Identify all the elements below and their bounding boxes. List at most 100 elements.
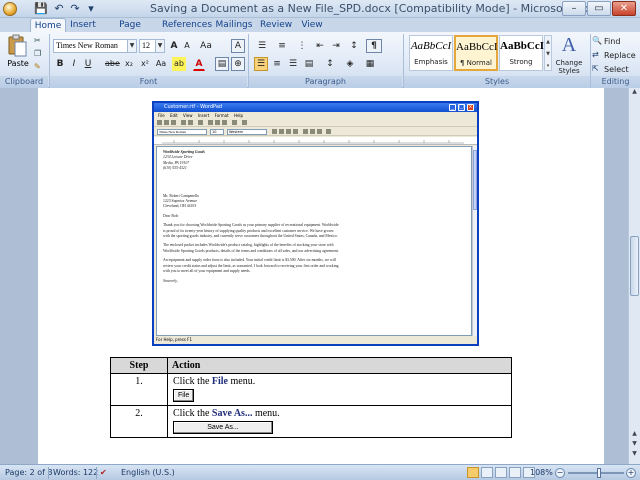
zoom-out-icon[interactable]: − — [555, 468, 565, 478]
change-styles-icon[interactable]: A — [558, 34, 580, 56]
justify-button[interactable]: ▤ — [302, 57, 316, 71]
zoom-level[interactable]: 108% — [530, 468, 553, 477]
wordpad-screenshot: Customer.rtf - WordPad _ □ x File Edit V… — [152, 101, 479, 346]
change-case-button[interactable]: Aa — [154, 57, 168, 71]
cut-icon[interactable]: ✂ — [34, 36, 44, 45]
undo-icon[interactable]: ↶ — [52, 2, 66, 16]
font-name-dropdown-icon[interactable]: ▼ — [127, 40, 136, 52]
maximize-button[interactable]: ▭ — [587, 1, 611, 16]
clear-formatting-button[interactable]: Aa — [198, 39, 214, 53]
shrink-font-button[interactable]: A — [181, 39, 193, 53]
align-center-button[interactable]: ≡ — [270, 57, 284, 71]
line-spacing-button[interactable]: ↕ — [322, 57, 338, 71]
close-button[interactable]: ✕ — [612, 1, 636, 16]
word-count[interactable]: Words: 122 — [53, 468, 98, 477]
subscript-button[interactable]: x₂ — [122, 57, 136, 71]
wordpad-scrollbar — [472, 146, 477, 336]
underline-button[interactable]: U — [82, 57, 94, 71]
format-painter-icon[interactable]: ✎ — [34, 62, 44, 71]
italic-button[interactable]: I — [68, 57, 80, 71]
wp-align-center-icon — [310, 129, 315, 134]
style-emphasis[interactable]: AaBbCcI Emphasis — [409, 35, 453, 71]
scroll-down-icon[interactable]: ▼ — [630, 440, 639, 449]
redo-icon[interactable]: ↷ — [68, 2, 82, 16]
character-shading-button[interactable]: ▤ — [215, 57, 229, 71]
superscript-button[interactable]: x² — [138, 57, 152, 71]
outline-view-icon[interactable] — [509, 467, 521, 478]
table-row: 2. Click the Save As... menu. Save As... — [110, 405, 512, 438]
proofing-icon[interactable]: ✔ — [100, 468, 107, 477]
wordpad-document: Worldwide Sporting Goods 1234 Leisure Dr… — [156, 146, 472, 336]
wordpad-maximize-icon: □ — [458, 104, 465, 111]
language-indicator[interactable]: English (U.S.) — [121, 468, 175, 477]
wordpad-status: For Help, press F1 — [156, 337, 193, 342]
save-icon[interactable]: 💾 — [34, 2, 48, 16]
letter-paragraph: The enclosed packet includes Worldwide's… — [163, 243, 339, 253]
select-button[interactable]: Select — [604, 65, 629, 74]
font-color-button[interactable]: A — [193, 57, 205, 71]
tab-home[interactable]: Home — [30, 18, 66, 32]
style-normal[interactable]: AaBbCcI ¶ Normal — [454, 35, 498, 71]
step-header: Step — [110, 357, 168, 374]
sort-button[interactable]: ↕ — [347, 39, 361, 53]
print-layout-view-icon[interactable] — [467, 467, 479, 478]
wp-date-icon — [242, 120, 247, 125]
enclose-characters-button[interactable]: ⊕ — [231, 57, 245, 71]
page-count[interactable]: Page: 2 of 3 — [5, 468, 53, 477]
zoom-slider-track[interactable] — [568, 472, 624, 474]
full-screen-view-icon[interactable] — [481, 467, 493, 478]
style-name: Strong — [509, 58, 533, 66]
align-right-button[interactable]: ☰ — [286, 57, 300, 71]
decrease-indent-button[interactable]: ⇤ — [313, 39, 327, 53]
bold-button[interactable]: B — [54, 57, 66, 71]
scrollbar-thumb[interactable] — [630, 236, 639, 296]
character-border-button[interactable]: A — [231, 39, 245, 53]
style-strong[interactable]: AaBbCcI Strong — [499, 35, 544, 71]
customize-toolbar-icon[interactable]: ▾ — [84, 2, 98, 16]
scroll-up-icon[interactable]: ▲ — [630, 88, 639, 97]
zoom-in-icon[interactable]: + — [626, 468, 636, 478]
tab-mailings[interactable]: Mailings — [214, 18, 254, 32]
tab-view[interactable]: View — [298, 18, 326, 32]
copy-icon[interactable]: ❐ — [34, 49, 44, 58]
minimize-button[interactable]: – — [562, 1, 586, 16]
office-button-icon[interactable] — [3, 2, 17, 16]
replace-button[interactable]: Replace — [604, 51, 636, 60]
find-button[interactable]: Find — [604, 37, 620, 46]
bullets-button[interactable]: ☰ — [253, 39, 271, 53]
show-hide-button[interactable]: ¶ — [366, 39, 382, 53]
align-left-button[interactable]: ☰ — [254, 57, 268, 71]
change-styles-button[interactable]: Change Styles — [553, 59, 585, 75]
letter-paragraph: Thank you for choosing Worldwide Sportin… — [163, 223, 339, 239]
borders-button[interactable]: ▦ — [362, 57, 378, 71]
grow-font-button[interactable]: A — [168, 39, 180, 53]
paste-button[interactable]: Paste — [5, 59, 31, 68]
replace-icon[interactable]: ⇄ — [592, 50, 599, 59]
ruler-ticks — [162, 140, 464, 144]
highlight-button[interactable]: ab — [172, 57, 186, 71]
numbering-button[interactable]: ≡ — [273, 39, 291, 53]
file-button-image: File — [173, 389, 195, 402]
tab-references[interactable]: References — [162, 18, 212, 32]
select-icon[interactable]: ⇱ — [592, 64, 599, 73]
multilevel-list-button[interactable]: ⋮ — [293, 39, 311, 53]
increase-indent-button[interactable]: ⇥ — [329, 39, 343, 53]
styles-scroll-icon[interactable]: ▲ ▼ ▾ — [544, 35, 552, 71]
action-text: menu. — [228, 376, 256, 387]
paste-icon[interactable] — [6, 34, 28, 58]
strikethrough-button[interactable]: abe — [104, 57, 120, 71]
tab-page-layout[interactable]: Page Layout — [104, 18, 156, 44]
scroll-up-icon[interactable]: ▲ — [630, 430, 639, 439]
tab-review[interactable]: Review — [260, 18, 292, 32]
find-icon[interactable]: 🔍 — [592, 36, 602, 45]
tab-insert[interactable]: Insert — [68, 18, 98, 32]
window-title: Saving a Document as a New File_SPD.docx… — [150, 2, 603, 15]
shading-button[interactable]: ◈ — [342, 57, 358, 71]
vertical-scrollbar[interactable]: ▲ ▲ ▼ ▼ — [628, 88, 640, 464]
font-name-combo[interactable]: Times New Roman — [53, 39, 137, 53]
zoom-slider-thumb[interactable] — [597, 468, 601, 478]
font-size-dropdown-icon[interactable]: ▼ — [155, 40, 164, 52]
wp-size-combo: 10 — [210, 129, 224, 135]
scroll-down-icon[interactable]: ▼ — [630, 450, 639, 459]
web-layout-view-icon[interactable] — [495, 467, 507, 478]
